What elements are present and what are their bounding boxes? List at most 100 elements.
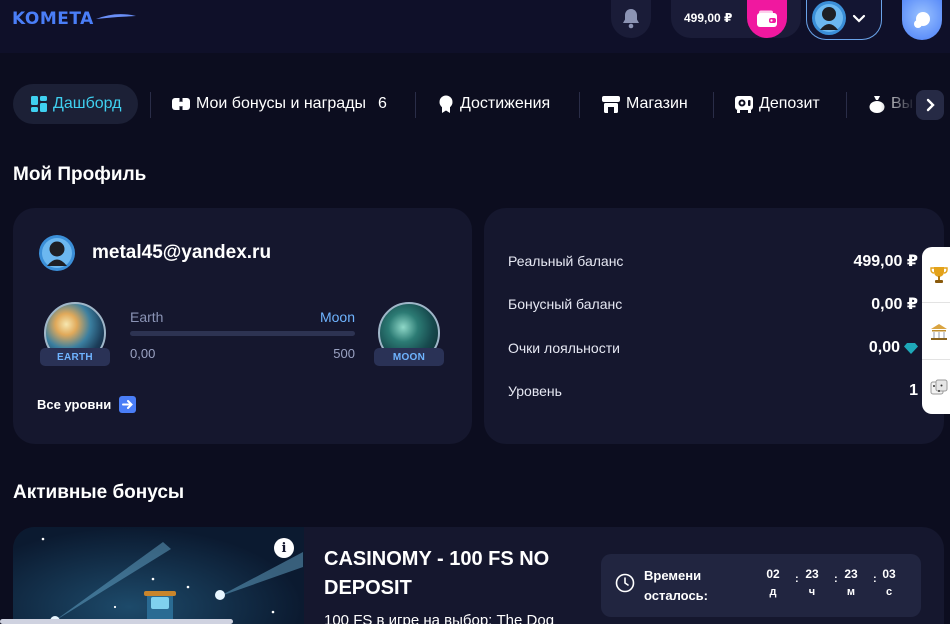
loyalty-points-row: Очки лояльности 0,00 (508, 337, 918, 359)
tabs-scroll-right-button[interactable] (916, 90, 944, 120)
active-bonuses-title: Активные бонусы (13, 482, 185, 503)
timer-colon: : (873, 573, 877, 585)
real-balance-row: Реальный баланс 499,00 ₽ (508, 250, 918, 272)
bonus-title: CASINOMY - 100 FS NO DEPOSIT (324, 548, 550, 599)
chevron-right-icon (926, 98, 935, 112)
tab-dashboard[interactable]: Дашборд (13, 84, 138, 124)
timer-minutes-unit: м (846, 586, 856, 598)
tab-label: Мои бонусы и награды (196, 95, 367, 112)
profile-email: metal45@yandex.ru (92, 242, 272, 263)
deposit-icon (735, 95, 753, 113)
side-divider (922, 302, 950, 303)
timer-seconds-value: 03 (882, 567, 896, 581)
tab-shop[interactable]: Магазин (602, 84, 688, 124)
loyalty-points-value: 0,00 (868, 339, 900, 356)
timer-label-line2: осталось: (644, 588, 709, 603)
level-progress-max: 500 (333, 346, 355, 361)
real-balance-value: 499,00 ₽ (853, 253, 918, 270)
all-levels-label: Все уровни (37, 397, 112, 412)
bonus-balance-label: Бонусный баланс (508, 296, 623, 312)
diamond-icon (904, 342, 918, 354)
tab-my-bonuses[interactable]: Мои бонусы и награды 6 (172, 84, 387, 124)
timer-label: Времени осталось: (644, 566, 708, 606)
side-dice-button[interactable] (929, 378, 949, 398)
kometa-logo[interactable]: KOMETA (12, 8, 136, 30)
bank-icon (931, 324, 947, 340)
support-chat-button[interactable] (902, 0, 942, 40)
level-from-label: Earth (130, 309, 164, 325)
real-balance-label: Реальный баланс (508, 253, 624, 269)
timer-hours: 23 ч (802, 567, 822, 598)
next-level-planet: MOON (374, 302, 444, 366)
timer-hours-value: 23 (805, 567, 819, 581)
timer-seconds-unit: с (885, 586, 893, 598)
bonus-countdown: Времени осталось: 02 д : 23 ч : 23 м : 0… (601, 554, 921, 617)
side-trophy-button[interactable] (929, 265, 949, 285)
earth-badge: EARTH (40, 348, 110, 366)
all-levels-link[interactable]: Все уровни (37, 396, 137, 413)
notifications-button[interactable] (611, 0, 651, 38)
logo-swoosh-icon (96, 14, 136, 19)
loyalty-points-value-wrap: 0,00 (869, 339, 918, 357)
timer-hours-unit: ч (808, 586, 816, 598)
bell-icon (623, 9, 639, 29)
timer-minutes-value: 23 (844, 567, 858, 581)
balance-card: Реальный баланс 499,00 ₽ Бонусный баланс… (484, 208, 944, 444)
level-to-label: Moon (319, 309, 355, 325)
dice-icon (930, 379, 948, 395)
tab-achievements[interactable]: Достижения (438, 84, 550, 124)
arrow-right-icon (119, 396, 137, 413)
tab-divider (415, 92, 416, 118)
profile-avatar (39, 235, 75, 271)
wallet-icon (757, 10, 777, 27)
side-bank-button[interactable] (929, 322, 949, 342)
shop-icon (602, 95, 620, 113)
dashboard-tabs: Дашборд Мои бонусы и награды 6 Достижени… (0, 84, 950, 126)
timer-label-line1: Времени (644, 568, 702, 583)
horizontal-scrollbar[interactable] (0, 619, 233, 624)
timer-minutes: 23 м (841, 567, 861, 598)
tab-deposit[interactable]: Депозит (735, 84, 820, 124)
timer-days: 02 д (763, 567, 783, 598)
tab-label: Магазин (626, 95, 688, 112)
tab-label: Депозит (759, 95, 820, 112)
profile-card: metal45@yandex.ru EARTH Earth Moon 0,00 … (13, 208, 472, 444)
bonus-info-button[interactable]: i (274, 538, 294, 558)
chat-bubble-icon (914, 12, 930, 28)
current-level-planet: EARTH (40, 302, 110, 366)
medal-icon (439, 95, 453, 113)
tab-divider (846, 92, 847, 118)
level-progress-bar (130, 331, 355, 336)
bonus-balance-row: Бонусный баланс 0,00 ₽ (508, 293, 918, 315)
moon-badge: MOON (374, 348, 444, 366)
comet-illustration (41, 537, 303, 624)
gift-icon (172, 98, 190, 110)
avatar (812, 1, 846, 35)
trophy-icon (930, 267, 948, 283)
header-balance-amount: 499,00 ₽ (684, 11, 733, 25)
side-divider (922, 359, 950, 360)
bonus-image: i (13, 527, 304, 624)
level-progress-current: 0,00 (130, 346, 156, 361)
top-header: KOMETA 499,00 ₽ (0, 0, 950, 53)
loyalty-points-label: Очки лояльности (508, 340, 620, 356)
tab-label: Дашборд (53, 95, 122, 112)
timer-seconds: 03 с (879, 567, 899, 598)
side-quick-panel (922, 247, 950, 414)
timer-colon: : (795, 573, 799, 585)
level-value: 1 (909, 382, 918, 399)
level-label: Уровень (508, 383, 562, 399)
user-menu-button[interactable] (806, 0, 882, 40)
timer-colon: : (834, 573, 838, 585)
dashboard-icon (31, 96, 47, 112)
clock-icon (615, 573, 635, 593)
profile-section-title: Мой Профиль (13, 164, 147, 185)
bonus-count-badge: 6 (378, 95, 387, 112)
bonus-description: 100 FS в игре на выбор: The Dog (324, 612, 555, 624)
timer-days-unit: д (769, 586, 777, 598)
bonus-balance-value: 0,00 ₽ (871, 296, 918, 313)
tabs-fade (880, 84, 916, 126)
tab-divider (579, 92, 580, 118)
tab-label: Достижения (460, 95, 551, 112)
bonus-card: i CASINOMY - 100 FS NO DEPOSIT 100 FS в … (13, 527, 944, 624)
